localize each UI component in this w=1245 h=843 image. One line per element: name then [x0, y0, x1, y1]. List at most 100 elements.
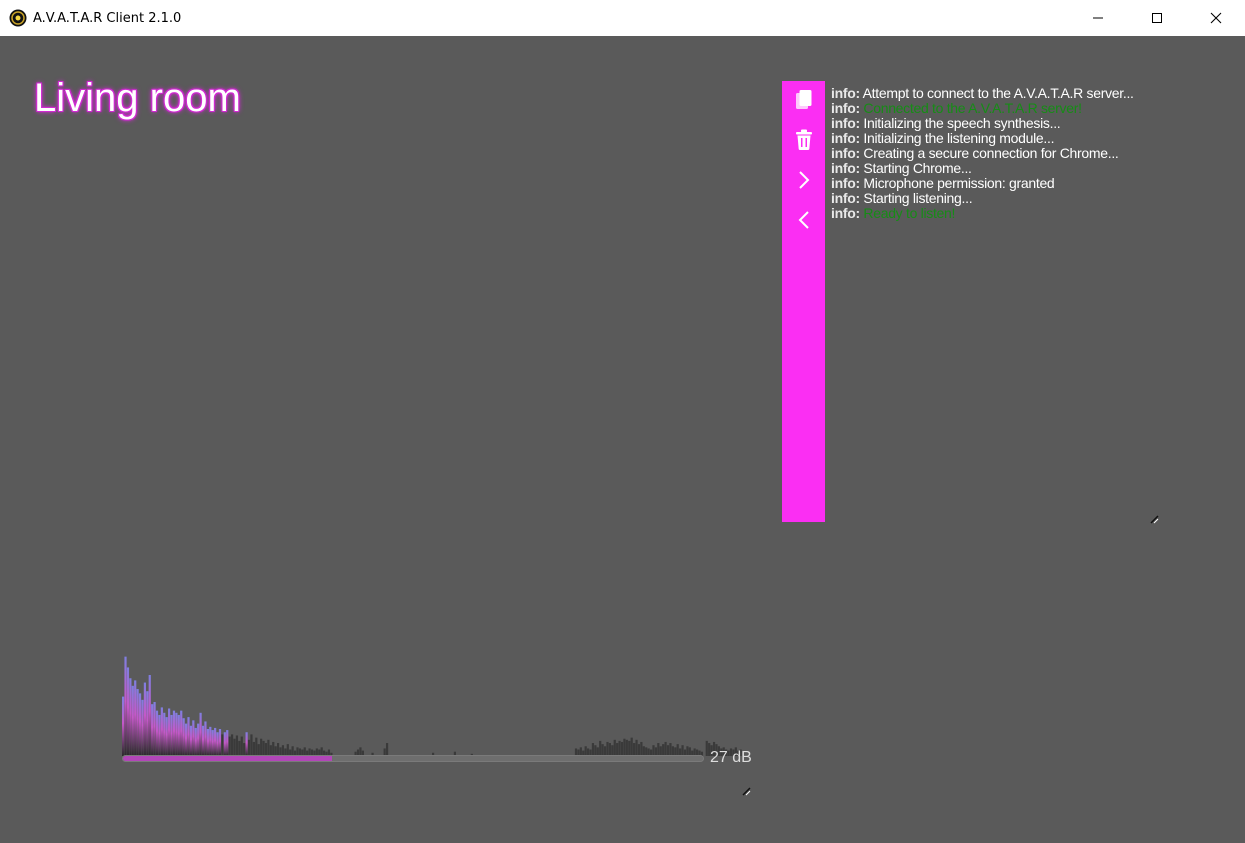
spectrum-bar [260, 738, 263, 756]
log-resize-handle[interactable] [1149, 511, 1159, 524]
spectrum-bar [630, 737, 633, 756]
spectrum-bar [211, 730, 214, 756]
close-icon [1210, 12, 1221, 24]
log-entry-message: Microphone permission: granted [859, 175, 1055, 191]
copy-icon [795, 90, 811, 109]
log-entry-level: info: [831, 130, 860, 146]
spectrum-bar [618, 740, 621, 756]
window-titlebar: A.V.A.T.A.R Client 2.1.0 [0, 0, 1245, 36]
spectrum-bar [187, 717, 190, 756]
spectrum-bar [240, 736, 243, 756]
spectrum-bar [168, 708, 171, 756]
audio-level-meter [122, 755, 704, 762]
log-entry-message: Ready to listen! [859, 205, 956, 221]
spectrum-bar [599, 740, 602, 756]
spectrum-bar [141, 699, 144, 756]
log-entry-message: Initializing the speech synthesis... [859, 115, 1061, 131]
spectrum-bar [613, 739, 616, 756]
spectrum-bar [245, 732, 248, 756]
minimize-button[interactable] [1068, 0, 1127, 36]
log-entry-level: info: [831, 100, 860, 116]
log-entry: info: Starting listening... [831, 191, 1171, 206]
spectrum-bar [635, 739, 638, 756]
spectrum-bar [238, 740, 241, 756]
room-title: Living room [34, 76, 241, 120]
log-entry-level: info: [831, 160, 860, 176]
spectrum-bar [155, 710, 159, 756]
spectrum-bar [180, 710, 183, 756]
log-panel: info: Attempt to connect to the A.V.A.T.… [831, 86, 1171, 522]
spectrum-bar [255, 737, 258, 756]
log-entry: info: Connected to the A.V.A.T.A.R serve… [831, 101, 1171, 116]
resize-grip-icon [742, 787, 751, 796]
spectrum-bar [160, 707, 163, 756]
close-button[interactable] [1186, 0, 1245, 36]
audio-level-readout: 27 dB [710, 749, 752, 766]
window-controls [1068, 0, 1245, 36]
spectrum-bar [134, 680, 137, 756]
log-entry: info: Microphone permission: granted [831, 176, 1171, 191]
spectrum-bar [124, 656, 127, 756]
spectrum-bar [136, 689, 139, 756]
spectrum-bar [625, 739, 628, 756]
spectrum-bar [233, 738, 236, 756]
spectrum-bar [252, 741, 255, 756]
spectrum-bar [143, 682, 146, 756]
avatar-logo-icon [9, 9, 27, 27]
log-entry: info: Starting Chrome... [831, 161, 1171, 176]
maximize-button[interactable] [1127, 0, 1186, 36]
collapse-log-button[interactable] [782, 205, 825, 235]
chevron-left-icon [798, 211, 809, 229]
log-entry: info: Initializing the speech synthesis.… [831, 116, 1171, 131]
spectrum-bar [628, 740, 631, 756]
spectrum-bar [189, 725, 193, 756]
chevron-right-icon [798, 171, 809, 189]
spectrum-bar [199, 712, 202, 756]
expand-log-button[interactable] [782, 165, 825, 195]
spectrum-bar [218, 729, 222, 756]
spectrum-bar [172, 710, 176, 756]
maximize-icon [1151, 13, 1162, 23]
spectrum-bar [230, 734, 234, 756]
log-entry-level: info: [831, 115, 860, 131]
spectrum-bar [640, 741, 643, 756]
audio-spectrum [122, 656, 742, 756]
log-entry-level: info: [831, 205, 860, 221]
spectrum-bar [221, 734, 224, 756]
spectrum-bar [177, 714, 180, 756]
spectrum-bar [148, 675, 151, 756]
resize-grip-icon [1150, 515, 1159, 524]
log-entry: info: Attempt to connect to the A.V.A.T.… [831, 86, 1171, 101]
spectrum-bar [194, 727, 197, 756]
clear-log-button[interactable] [782, 125, 825, 155]
spectrum-bar [223, 732, 226, 756]
copy-log-button[interactable] [782, 85, 825, 115]
spectrum-bar [170, 714, 173, 756]
log-toolbar [782, 81, 825, 522]
log-entry-level: info: [831, 190, 860, 206]
audio-level-fill [123, 756, 332, 761]
log-entry: info: Ready to listen! [831, 206, 1171, 221]
spectrum-bar [163, 712, 166, 756]
log-entry-message: Starting listening... [859, 190, 973, 206]
log-entry-level: info: [831, 175, 860, 191]
spectrum-bar [184, 723, 188, 756]
spectrum-bar [165, 717, 168, 756]
spectrum-bar [216, 732, 219, 756]
spectrum-bar [131, 685, 134, 756]
visualizer-resize-handle[interactable] [741, 783, 751, 796]
spectrum-bar [182, 718, 185, 756]
log-entry-message: Initializing the listening module... [859, 130, 1055, 146]
log-entry-message: Creating a secure connection for Chrome.… [859, 145, 1119, 161]
log-entry: info: Initializing the listening module.… [831, 131, 1171, 146]
log-entry-message: Starting Chrome... [859, 160, 972, 176]
spectrum-bar [272, 741, 275, 756]
trash-icon [795, 129, 812, 150]
log-entry-message: Connected to the A.V.A.T.A.R server! [859, 100, 1082, 116]
spectrum-bar [201, 725, 205, 756]
minimize-icon [1092, 17, 1103, 19]
log-entry-message: Attempt to connect to the A.V.A.T.A.R se… [859, 85, 1134, 101]
spectrum-bar [175, 712, 178, 756]
spectrum-bar [197, 723, 200, 756]
spectrum-bar [138, 693, 142, 756]
